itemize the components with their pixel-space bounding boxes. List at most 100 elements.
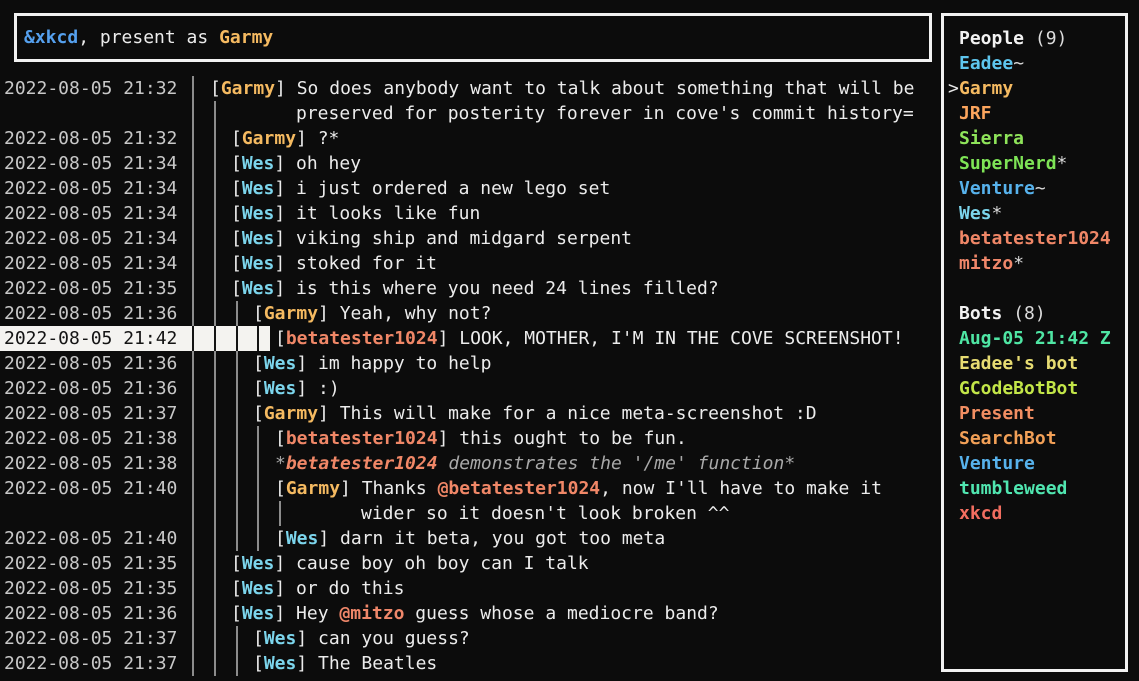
text-segment: ] (318, 528, 340, 549)
chat-row[interactable]: 2022-08-05 21:37[Wes] can you guess? (0, 626, 939, 651)
person-item[interactable]: Eadee~ (944, 51, 1125, 76)
thread-guide (214, 451, 216, 476)
thread-guide (279, 501, 281, 526)
timestamp: 2022-08-05 21:37 (4, 651, 177, 676)
nick: Wes (242, 153, 275, 174)
text-segment: ] (274, 578, 296, 599)
text-segment: Hey (296, 603, 339, 624)
chat-row[interactable]: wider so it doesn't look broken ^^ (0, 501, 939, 526)
bot-item[interactable]: GCodeBotBot (944, 376, 1125, 401)
nick: Wes (264, 653, 297, 674)
bot-item[interactable]: Eadee's bot (944, 351, 1125, 376)
nick: Wes (242, 553, 275, 574)
text-segment: [ (253, 303, 264, 324)
nick: Wes (242, 178, 275, 199)
chat-row[interactable]: 2022-08-05 21:35[Wes] or do this (0, 576, 939, 601)
bot-item[interactable]: Present (944, 401, 1125, 426)
message-text: preserved for posterity forever in cove'… (296, 101, 914, 126)
nick: Wes (264, 378, 297, 399)
nick: Wes (264, 628, 297, 649)
person-item[interactable]: mitzo* (944, 251, 1125, 276)
chat-row[interactable]: preserved for posterity forever in cove'… (0, 101, 939, 126)
nick: Wes (242, 203, 275, 224)
person-item[interactable]: SuperNerd* (944, 151, 1125, 176)
chat-row[interactable]: 2022-08-05 21:34[Wes] oh hey (0, 151, 939, 176)
chat-row[interactable]: 2022-08-05 21:37 [Wes] The Beatles (0, 651, 939, 676)
chat-row[interactable]: 2022-08-05 21:40[Garmy] Thanks @betatest… (0, 476, 939, 501)
text-segment: ] (274, 178, 296, 199)
text-segment: i just ordered a new lego set (296, 178, 610, 199)
bots-list: Aug-05 21:42 ZEadee's botGCodeBotBotPres… (944, 326, 1125, 526)
text-segment: this ought to be fun. (459, 428, 687, 449)
text-segment: [ (275, 428, 286, 449)
bot-item[interactable]: Venture (944, 451, 1125, 476)
chat-row[interactable]: 2022-08-05 21:34[Wes] it looks like fun (0, 201, 939, 226)
bots-count: (8) (1013, 303, 1046, 324)
thread-guide (192, 301, 194, 326)
thread-guide (214, 301, 216, 326)
message-text: [Wes] stoked for it (231, 251, 437, 276)
chat-row[interactable]: 2022-08-05 21:36[Garmy] Yeah, why not? (0, 301, 939, 326)
chat-row[interactable]: 2022-08-05 21:38*betatester1024 demonstr… (0, 451, 939, 476)
chat-row[interactable]: 2022-08-05 21:37[Garmy] This will make f… (0, 401, 939, 426)
timestamp: 2022-08-05 21:36 (4, 351, 177, 376)
chat-row[interactable]: 2022-08-05 21:40[Wes] darn it beta, you … (0, 526, 939, 551)
thread-guide (257, 476, 259, 501)
message-text: [Wes] The Beatles (253, 651, 437, 676)
thread-guide (257, 326, 259, 351)
message-text: [Garmy] So does anybody want to talk abo… (210, 76, 914, 101)
chat-row[interactable]: 2022-08-05 21:36[Wes] im happy to help (0, 351, 939, 376)
chat-row[interactable]: 2022-08-05 21:34[Wes] stoked for it (0, 251, 939, 276)
text-segment: demonstrates the '/me' function* (438, 453, 796, 474)
member-name: tumbleweed (959, 478, 1067, 499)
person-item[interactable]: betatester1024 (944, 226, 1125, 251)
thread-guide (214, 476, 216, 501)
message-text: [Wes] or do this (231, 576, 404, 601)
chat-row-selected[interactable]: 2022-08-05 21:42[betatester1024] LOOK, M… (0, 326, 939, 351)
chat-row[interactable]: 2022-08-05 21:35[Wes] cause boy oh boy c… (0, 551, 939, 576)
text-segment: cause boy oh boy can I talk (296, 553, 589, 574)
text-segment: [ (231, 153, 242, 174)
message-text: [Garmy] Thanks @betatester1024, now I'll… (275, 476, 882, 501)
bot-item[interactable]: SearchBot (944, 426, 1125, 451)
timestamp: 2022-08-05 21:40 (4, 526, 177, 551)
text-segment: can you guess? (318, 628, 470, 649)
person-item[interactable]: Venture~ (944, 176, 1125, 201)
text-segment: [ (231, 128, 242, 149)
thread-guide (192, 276, 194, 301)
bot-item[interactable]: Aug-05 21:42 Z (944, 326, 1125, 351)
chat-row[interactable]: 2022-08-05 21:32[Garmy] So does anybody … (0, 76, 939, 101)
nick: Garmy (264, 403, 318, 424)
text-segment: [ (231, 253, 242, 274)
member-name: Venture (959, 453, 1035, 474)
thread-guide (192, 401, 194, 426)
thread-guide (214, 651, 216, 676)
member-name: Venture (959, 178, 1035, 199)
people-header: People (9) (944, 26, 1125, 51)
member-name: Sierra (959, 128, 1024, 149)
chat-row[interactable]: 2022-08-05 21:34[Wes] viking ship and mi… (0, 226, 939, 251)
thread-guide (192, 101, 194, 126)
thread-guide (214, 326, 216, 351)
text-segment: [ (210, 78, 221, 99)
chat-row[interactable]: 2022-08-05 21:32[Garmy] ?* (0, 126, 939, 151)
chat-row[interactable]: 2022-08-05 21:38[betatester1024] this ou… (0, 426, 939, 451)
thread-guide (214, 376, 216, 401)
chat-row[interactable]: 2022-08-05 21:36[Wes] Hey @mitzo guess w… (0, 601, 939, 626)
person-item[interactable]: >Garmy (944, 76, 1125, 101)
thread-guide (192, 501, 194, 526)
timestamp: 2022-08-05 21:34 (4, 151, 177, 176)
text-segment: ] (318, 403, 340, 424)
message-text: [Wes] is this where you need 24 lines fi… (231, 276, 719, 301)
person-item[interactable]: Wes* (944, 201, 1125, 226)
thread-guide (192, 376, 194, 401)
bot-item[interactable]: tumbleweed (944, 476, 1125, 501)
person-item[interactable]: Sierra (944, 126, 1125, 151)
thread-guide (236, 326, 238, 351)
person-item[interactable]: JRF (944, 101, 1125, 126)
bot-item[interactable]: xkcd (944, 501, 1125, 526)
thread-guide (192, 476, 194, 501)
chat-row[interactable]: 2022-08-05 21:36[Wes] :) (0, 376, 939, 401)
chat-row[interactable]: 2022-08-05 21:35[Wes] is this where you … (0, 276, 939, 301)
chat-row[interactable]: 2022-08-05 21:34[Wes] i just ordered a n… (0, 176, 939, 201)
